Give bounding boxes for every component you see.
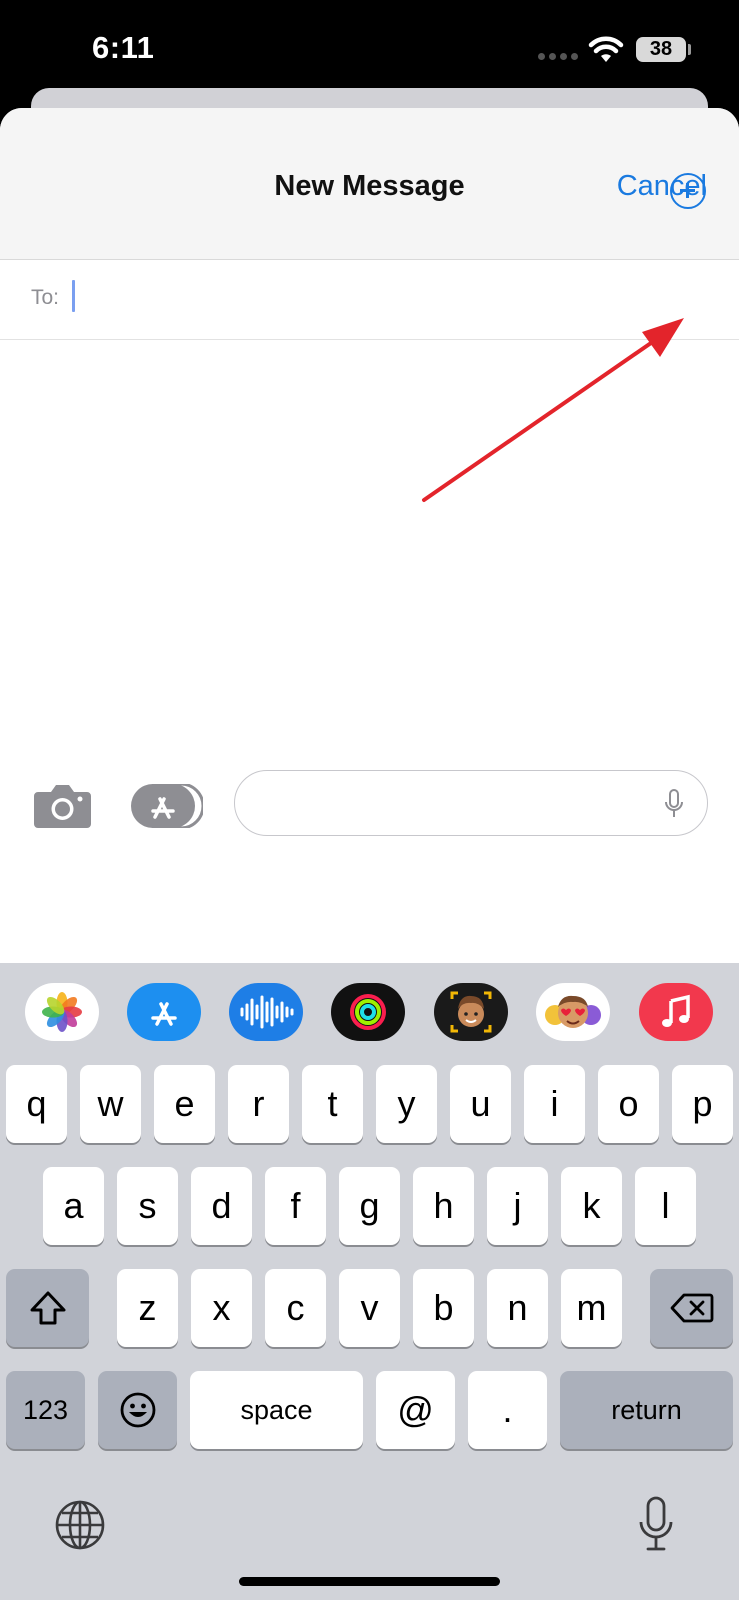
emoji-key[interactable] <box>98 1371 177 1449</box>
key-w[interactable]: w <box>80 1065 141 1143</box>
emoji-icon <box>120 1392 155 1428</box>
key-b[interactable]: b <box>413 1269 474 1347</box>
key-u[interactable]: u <box>450 1065 511 1143</box>
compose-bar <box>0 752 739 852</box>
key-g[interactable]: g <box>339 1167 400 1245</box>
key-y[interactable]: y <box>376 1065 437 1143</box>
message-input[interactable] <box>255 781 635 825</box>
app-store-icon[interactable] <box>127 983 201 1041</box>
shift-key[interactable] <box>6 1269 89 1347</box>
numbers-key[interactable]: 123 <box>6 1371 85 1449</box>
camera-icon[interactable] <box>34 782 91 828</box>
key-e[interactable]: e <box>154 1065 215 1143</box>
key-z[interactable]: z <box>117 1269 178 1347</box>
home-indicator[interactable] <box>239 1577 500 1586</box>
dictation-mic-icon[interactable] <box>665 789 683 819</box>
key-p[interactable]: p <box>672 1065 733 1143</box>
keyboard-dictation-icon[interactable] <box>638 1496 674 1552</box>
key-h[interactable]: h <box>413 1167 474 1245</box>
key-s[interactable]: s <box>117 1167 178 1245</box>
key-m[interactable]: m <box>561 1269 622 1347</box>
keyboard: q w e r t y u i o p a s d f g h j k l z … <box>0 963 739 1600</box>
key-a[interactable]: a <box>43 1167 104 1245</box>
key-x[interactable]: x <box>191 1269 252 1347</box>
memoji-stickers-icon[interactable] <box>536 983 610 1041</box>
key-r[interactable]: r <box>228 1065 289 1143</box>
app-store-apps-icon[interactable] <box>131 784 203 828</box>
key-l[interactable]: l <box>635 1167 696 1245</box>
return-key[interactable]: return <box>560 1371 733 1449</box>
photos-app-icon[interactable] <box>25 983 99 1041</box>
key-j[interactable]: j <box>487 1167 548 1245</box>
key-o[interactable]: o <box>598 1065 659 1143</box>
key-v[interactable]: v <box>339 1269 400 1347</box>
delete-key[interactable] <box>650 1269 733 1347</box>
key-q[interactable]: q <box>6 1065 67 1143</box>
key-f[interactable]: f <box>265 1167 326 1245</box>
space-key[interactable]: space <box>190 1371 363 1449</box>
key-n[interactable]: n <box>487 1269 548 1347</box>
key-d[interactable]: d <box>191 1167 252 1245</box>
key-i[interactable]: i <box>524 1065 585 1143</box>
key-t[interactable]: t <box>302 1065 363 1143</box>
shift-icon <box>30 1291 65 1325</box>
key-k[interactable]: k <box>561 1167 622 1245</box>
imessage-app-strip <box>0 963 739 1061</box>
music-icon[interactable] <box>639 983 713 1041</box>
activity-icon[interactable] <box>331 983 405 1041</box>
at-key[interactable]: @ <box>376 1371 455 1449</box>
message-field[interactable] <box>234 770 708 836</box>
globe-icon[interactable] <box>54 1499 106 1551</box>
period-key[interactable]: . <box>468 1371 547 1449</box>
backspace-icon <box>670 1293 713 1323</box>
annotation-arrow <box>422 318 684 502</box>
audio-message-icon[interactable] <box>229 983 303 1041</box>
key-c[interactable]: c <box>265 1269 326 1347</box>
memoji-icon[interactable] <box>434 983 508 1041</box>
